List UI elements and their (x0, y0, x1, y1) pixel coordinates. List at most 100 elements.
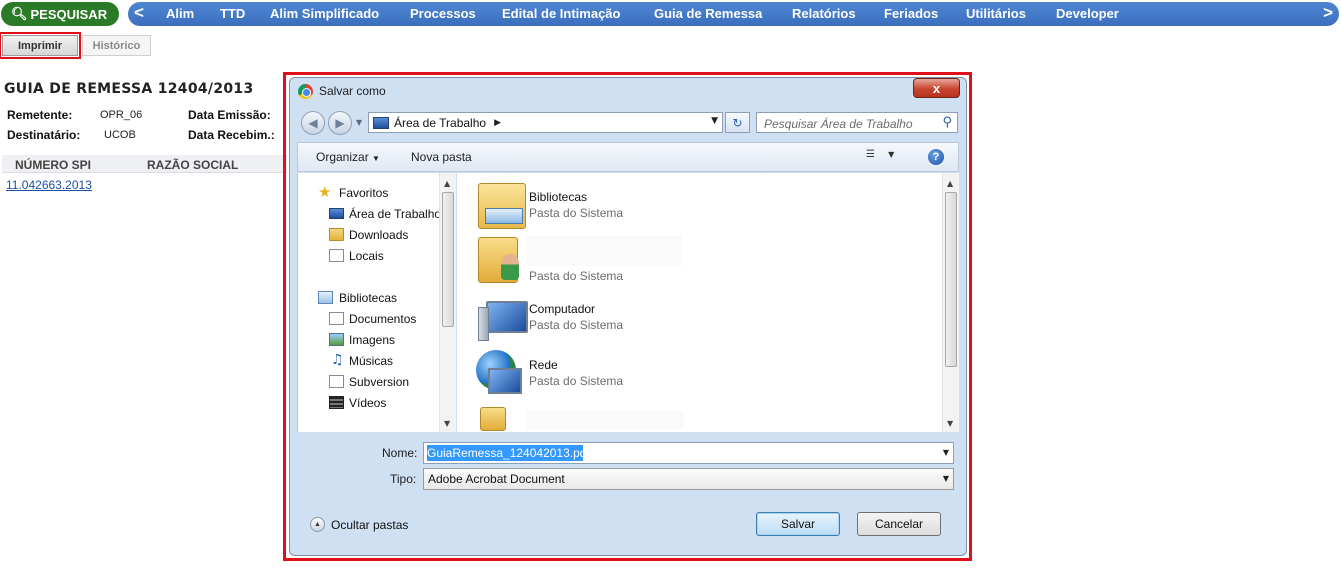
item-name-network[interactable]: Rede (529, 358, 558, 372)
downloads-folder-icon (329, 228, 344, 241)
menu-item-utilitarios[interactable]: Utilitários (966, 6, 1026, 21)
back-button[interactable]: ◀ (301, 111, 325, 135)
chevron-down-icon[interactable]: ▼ (943, 474, 949, 483)
recipient-label: Destinatário: (7, 128, 81, 142)
computer-icon[interactable] (478, 297, 528, 343)
hide-folders-label: Ocultar pastas (331, 517, 409, 532)
page-title: GUIA DE REMESSA 12404/2013 (4, 81, 254, 97)
menu-item-ttd[interactable]: TTD (220, 6, 245, 21)
scroll-thumb[interactable] (945, 192, 957, 367)
address-bar[interactable]: Área de Trabalho ▶ ▼ (368, 112, 723, 133)
tree-subversion[interactable]: Subversion (349, 375, 409, 389)
filename-field[interactable]: ▼ (423, 442, 954, 464)
item-type-user: Pasta do Sistema (529, 269, 624, 283)
search-button-label: PESQUISAR (30, 6, 108, 22)
videos-icon (329, 396, 344, 409)
star-icon: ★ (318, 183, 332, 201)
scroll-thumb[interactable] (442, 192, 454, 327)
item-type-network: Pasta do Sistema (529, 374, 624, 388)
search-button[interactable]: 🔍︎ PESQUISAR (1, 2, 119, 26)
tree-desktop[interactable]: Área de Trabalho (349, 207, 441, 221)
column-header-spi: NÚMERO SPI (15, 158, 92, 172)
save-button[interactable]: Salvar (756, 512, 840, 536)
redacted-name (526, 410, 684, 430)
search-icon[interactable]: ⚲ (942, 115, 952, 130)
tree-libraries[interactable]: Bibliotecas (339, 291, 397, 305)
menu-item-alim[interactable]: Alim (166, 6, 194, 21)
chevron-down-icon: ▼ (888, 150, 895, 159)
item-type-computer: Pasta do Sistema (529, 318, 624, 332)
refresh-button[interactable]: ↻ (725, 112, 750, 133)
user-folder-icon[interactable] (478, 237, 519, 283)
address-path: Área de Trabalho (394, 115, 487, 130)
organize-menu[interactable]: Organizar ▼ (316, 150, 380, 164)
tree-locais[interactable]: Locais (349, 249, 384, 263)
filetype-select[interactable]: Adobe Acrobat Document ▼ (423, 468, 954, 490)
organize-label: Organizar (316, 150, 369, 164)
dialog-search-input[interactable] (757, 114, 927, 134)
menu-item-alim-simplificado[interactable]: Alim Simplificado (270, 6, 379, 21)
menu-item-edital-de-intimacao[interactable]: Edital de Intimação (502, 6, 620, 21)
menu-item-processos[interactable]: Processos (410, 6, 476, 21)
breadcrumb-arrow-icon[interactable]: ▶ (494, 118, 501, 128)
desktop-icon (329, 208, 344, 219)
menu-item-developer[interactable]: Developer (1056, 6, 1119, 21)
dialog-search-box[interactable]: ⚲ (756, 112, 958, 134)
issue-date-label: Data Emissão: (188, 108, 271, 122)
cancel-button[interactable]: Cancelar (857, 512, 941, 536)
search-icon: 🔍︎ (11, 6, 28, 21)
column-header-razao-social: RAZÃO SOCIAL (147, 158, 239, 172)
tree-documents[interactable]: Documentos (349, 312, 416, 326)
history-button[interactable]: Histórico (82, 35, 151, 56)
sender-value: OPR_06 (100, 109, 143, 121)
hide-folders-button[interactable]: ▲ Ocultar pastas (310, 517, 408, 532)
tree-videos[interactable]: Vídeos (349, 396, 386, 410)
documents-icon (329, 312, 344, 325)
filetype-value: Adobe Acrobat Document (428, 472, 565, 486)
back-arrow-icon: ◀ (308, 116, 318, 130)
filename-label: Nome: (382, 446, 418, 460)
libraries-folder-icon[interactable] (478, 183, 526, 229)
scroll-up-icon[interactable]: ▲ (444, 179, 450, 188)
scroll-down-icon[interactable]: ▼ (947, 419, 953, 428)
forward-button[interactable]: ▶ (328, 111, 352, 135)
filename-input[interactable] (427, 445, 927, 461)
dialog-title: Salvar como (319, 84, 386, 98)
scroll-up-icon[interactable]: ▲ (947, 179, 953, 188)
new-folder-button[interactable]: Nova pasta (411, 150, 472, 164)
chevron-down-icon: ▼ (372, 154, 380, 163)
close-button[interactable]: x (913, 78, 960, 98)
recent-locations-dropdown[interactable]: ▼ (356, 118, 362, 127)
menu-item-guia-de-remessa[interactable]: Guia de Remessa (654, 6, 762, 21)
tree-downloads[interactable]: Downloads (349, 228, 408, 242)
refresh-icon: ↻ (732, 115, 743, 130)
network-icon[interactable] (476, 350, 522, 394)
scroll-down-icon[interactable]: ▼ (444, 419, 450, 428)
folder-icon[interactable] (480, 407, 506, 431)
help-button[interactable]: ? (928, 149, 944, 165)
music-icon: ♫ (331, 352, 344, 368)
file-list-scrollbar[interactable]: ▲ ▼ (942, 173, 959, 432)
sender-label: Remetente: (7, 108, 73, 122)
nav-pane-scrollbar[interactable]: ▲ ▼ (439, 173, 456, 432)
menu-scroll-right-button[interactable]: > (1323, 3, 1333, 23)
chevron-down-icon[interactable]: ▼ (943, 448, 949, 457)
libraries-icon (318, 291, 333, 304)
print-button[interactable]: Imprimir (0, 32, 81, 59)
main-menu: < Alim TTD Alim Simplificado Processos E… (128, 2, 1339, 26)
item-name-computer[interactable]: Computador (529, 302, 595, 316)
tree-music[interactable]: Músicas (349, 354, 393, 368)
tree-pictures[interactable]: Imagens (349, 333, 395, 347)
recipient-value: UCOB (104, 129, 136, 141)
dialog-toolbar: Organizar ▼ Nova pasta (297, 142, 959, 172)
tree-favorites[interactable]: Favoritos (339, 186, 388, 200)
redacted-name (526, 236, 682, 266)
menu-item-feriados[interactable]: Feriados (884, 6, 938, 21)
address-dropdown-icon[interactable]: ▼ (711, 116, 718, 126)
item-name-libraries[interactable]: Bibliotecas (529, 190, 587, 204)
change-view-button[interactable]: ☰ ▼ (866, 149, 902, 165)
pictures-icon (329, 333, 344, 346)
spi-link[interactable]: 11.042663.2013 (6, 178, 92, 192)
menu-item-relatorios[interactable]: Relatórios (792, 6, 856, 21)
menu-scroll-left-button[interactable]: < (134, 3, 144, 23)
